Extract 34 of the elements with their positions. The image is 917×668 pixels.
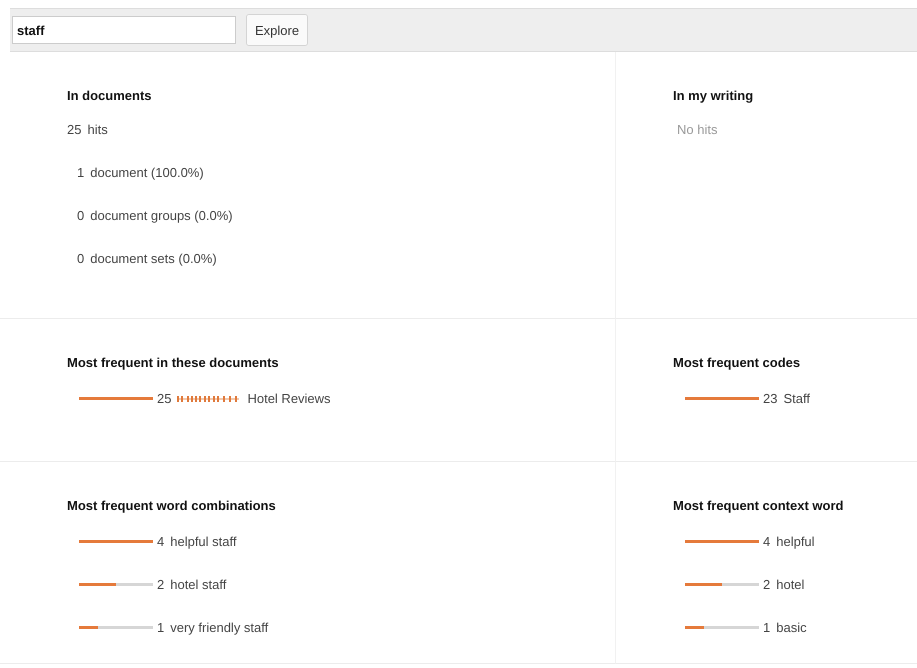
explore-button[interactable]: Explore [246,14,308,46]
count-label[interactable]: document (100.0%) [90,165,204,180]
item-label[interactable]: hotel [776,577,804,592]
section-heading: Most frequent word combinations [67,498,276,513]
item-label[interactable]: Staff [783,391,810,406]
count: 0 [77,208,84,223]
item-label[interactable]: helpful [776,534,815,549]
count-label[interactable]: document groups (0.0%) [90,208,233,223]
item-label[interactable]: helpful staff [170,534,236,549]
search-field[interactable]: staff [12,16,236,44]
count-label[interactable]: document sets (0.0%) [90,251,217,266]
count: 25 [67,122,82,137]
count: 1 [77,165,84,180]
count: 25 [157,391,172,406]
section-heading: In my writing [673,88,754,103]
item-label[interactable]: hotel staff [170,577,226,592]
section-heading: Most frequent in these documents [67,355,279,370]
item-label[interactable]: basic [776,620,807,635]
count-label[interactable]: hits [87,122,108,137]
section-heading: Most frequent codes [673,355,800,370]
count: 2 [157,577,164,592]
count: 0 [77,251,84,266]
empty-message: No hits [677,122,718,137]
count: 4 [157,534,164,549]
count: 2 [763,577,770,592]
section-heading: In documents [67,88,152,103]
count: 1 [763,620,770,635]
item-label[interactable]: Hotel Reviews [247,391,331,406]
count: 23 [763,391,778,406]
item-label[interactable]: very friendly staff [170,620,268,635]
distribution-strip-icon [177,396,240,402]
count: 1 [157,620,164,635]
count: 4 [763,534,770,549]
section-heading: Most frequent context word [673,498,844,513]
